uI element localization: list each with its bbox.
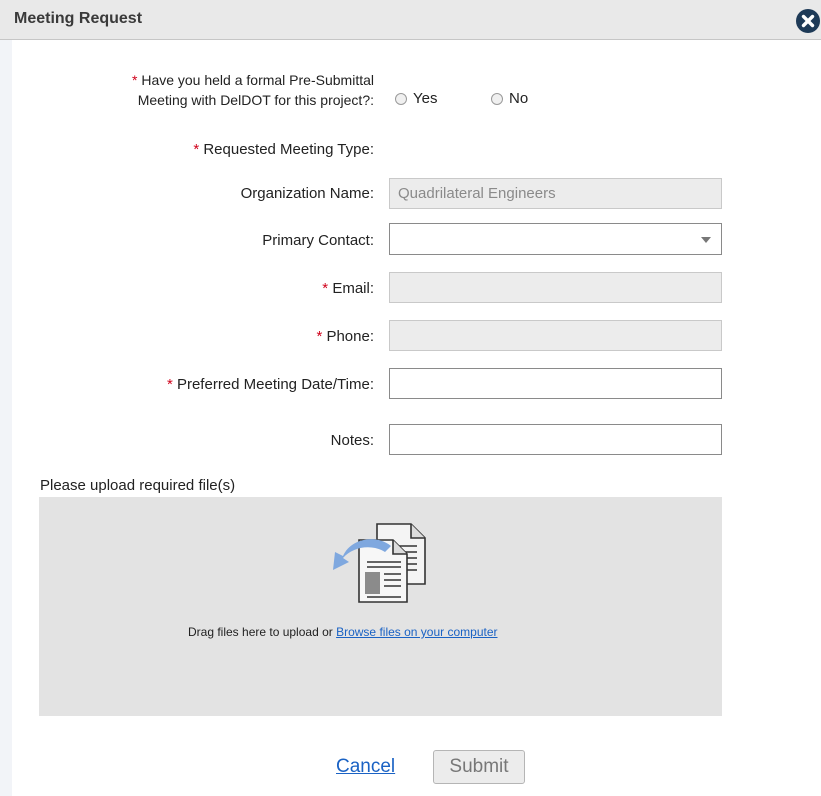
dialog-title: Meeting Request bbox=[14, 10, 143, 27]
phone-field[interactable] bbox=[389, 320, 722, 351]
document-upload-icon bbox=[329, 520, 431, 611]
radio-circle-icon[interactable] bbox=[491, 92, 503, 105]
meeting-type-text: Requested Meeting Type: bbox=[203, 141, 374, 158]
dialog-side-strip bbox=[0, 40, 12, 796]
question-line-1: Have you held a formal Pre-Submittal bbox=[141, 72, 374, 88]
submit-button[interactable]: Submit bbox=[433, 750, 525, 784]
radio-yes[interactable]: Yes bbox=[395, 90, 437, 107]
required-marker: * bbox=[131, 72, 138, 88]
preferred-date-label: * Preferred Meeting Date/Time: bbox=[167, 376, 374, 393]
chevron-down-icon bbox=[701, 237, 711, 243]
drag-text: Drag files here to upload or bbox=[188, 625, 337, 639]
primary-contact-label: Primary Contact: bbox=[262, 232, 374, 249]
meeting-type-label: * Requested Meeting Type: bbox=[193, 141, 374, 158]
required-marker: * bbox=[166, 376, 173, 393]
email-field[interactable] bbox=[389, 272, 722, 303]
email-label-text: Email: bbox=[332, 280, 374, 297]
required-marker: * bbox=[316, 328, 323, 345]
upload-label: Please upload required file(s) bbox=[40, 477, 236, 494]
pre-submittal-question: * Have you held a formal Pre-Submittal M… bbox=[132, 70, 374, 110]
required-marker: * bbox=[193, 141, 200, 158]
organization-label: Organization Name: bbox=[240, 185, 374, 202]
notes-field[interactable] bbox=[389, 424, 722, 455]
question-line-2: Meeting with DelDOT for this project?: bbox=[137, 92, 374, 108]
browse-files-link[interactable]: Browse files on your computer bbox=[336, 625, 497, 639]
close-icon[interactable] bbox=[796, 9, 820, 33]
phone-label: * Phone: bbox=[316, 328, 374, 345]
radio-no[interactable]: No bbox=[491, 90, 528, 107]
preferred-date-field[interactable] bbox=[389, 368, 722, 399]
radio-circle-icon[interactable] bbox=[395, 92, 407, 105]
primary-contact-select[interactable] bbox=[389, 223, 722, 255]
notes-label: Notes: bbox=[330, 432, 374, 449]
preferred-date-label-text: Preferred Meeting Date/Time: bbox=[176, 376, 374, 393]
email-label: * Email: bbox=[322, 280, 374, 297]
organization-field[interactable] bbox=[389, 178, 722, 209]
radio-no-label: No bbox=[509, 90, 529, 107]
radio-yes-label: Yes bbox=[413, 90, 438, 107]
required-marker: * bbox=[322, 280, 329, 297]
phone-label-text: Phone: bbox=[326, 328, 374, 345]
cancel-link[interactable]: Cancel bbox=[336, 756, 395, 778]
dialog-titlebar: Meeting Request bbox=[0, 0, 821, 40]
